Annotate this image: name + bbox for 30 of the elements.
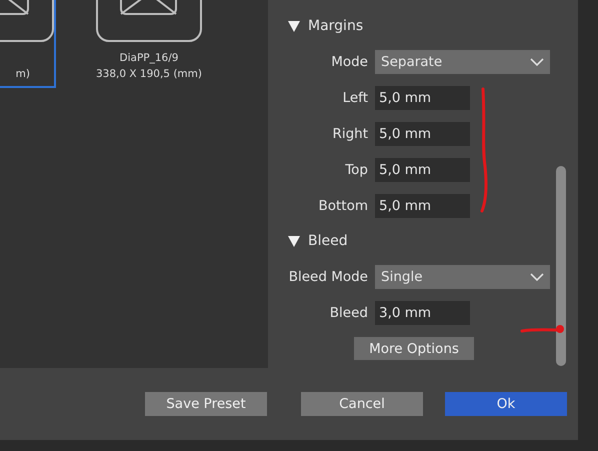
more-options-button[interactable]: More Options [354, 337, 474, 360]
input-field[interactable]: 5,0 mm [375, 122, 470, 146]
mode-dropdown[interactable]: Separate [375, 50, 550, 74]
preset-card[interactable]: m) [0, 0, 56, 88]
preset-dimensions: 338,0 X 190,5 (mm) [96, 67, 202, 82]
input-field[interactable]: 5,0 mm [375, 194, 470, 218]
preset-card[interactable]: DiaPP_16/9 338,0 X 190,5 (mm) [94, 0, 204, 88]
chevron-icon [530, 58, 544, 66]
dialog-button[interactable]: Cancel [301, 392, 423, 416]
field-label: Left [342, 90, 368, 106]
field-label: Bleed [328, 305, 368, 321]
dialog-button[interactable]: Ok [445, 392, 567, 416]
preset-name: DiaPP_16/9 [120, 51, 178, 66]
section-title: Bleed [308, 233, 348, 249]
input-field[interactable]: 3,0 mm [375, 301, 470, 325]
preset-dimensions: m) [16, 67, 30, 82]
section-title: Margins [308, 18, 364, 34]
input-field[interactable]: 5,0 mm [375, 86, 470, 110]
field-label: Mode [330, 54, 368, 70]
chevron-icon [530, 272, 544, 282]
annotation-stroke [520, 322, 566, 336]
field-label: Top [344, 162, 368, 178]
field-label: Bleed Mode [288, 269, 368, 285]
field-label: Bottom [317, 198, 368, 214]
dialog-button[interactable]: Save Preset [145, 392, 267, 416]
triangle-icon[interactable] [288, 235, 300, 247]
input-field[interactable]: 5,0 mm [375, 158, 470, 182]
mode-dropdown[interactable]: Single [375, 265, 550, 289]
field-label: Right [331, 126, 368, 142]
triangle-icon[interactable] [288, 20, 300, 32]
